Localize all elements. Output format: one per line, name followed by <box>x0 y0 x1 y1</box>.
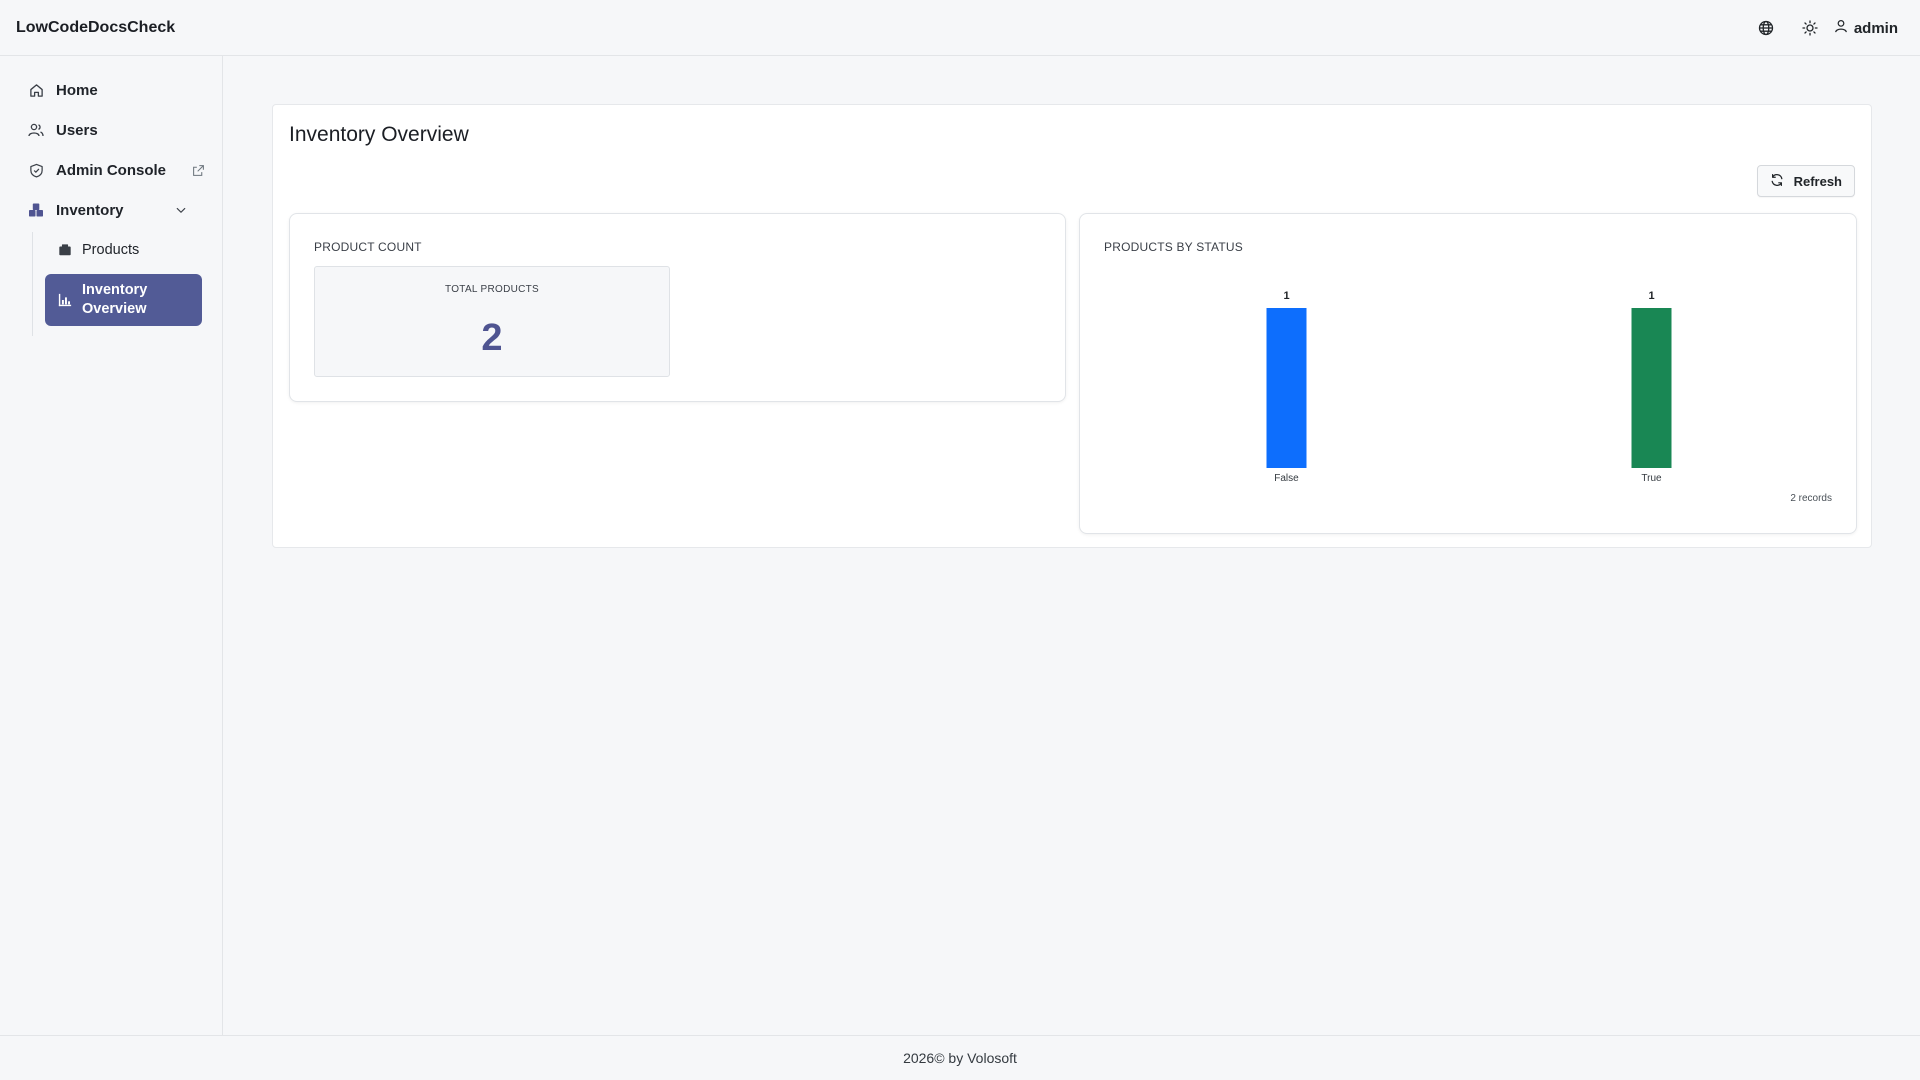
chart-bar-false <box>1266 308 1307 468</box>
chart-icon <box>57 292 73 308</box>
sidebar-item-users[interactable]: Users <box>0 110 222 150</box>
product-count-widget: PRODUCT COUNT TOTAL PRODUCTS 2 <box>289 213 1066 402</box>
sidebar-item-label: Inventory Overview <box>82 282 148 317</box>
sidebar-item-inventory-overview[interactable]: Inventory Overview <box>45 274 202 326</box>
sidebar-item-admin-console[interactable]: Admin Console <box>0 150 222 190</box>
chevron-down-icon <box>175 204 187 216</box>
chart-category-label: False <box>1274 473 1299 484</box>
main-card: Inventory Overview Refresh PRODUCT COUNT… <box>272 104 1872 548</box>
sidebar-item-label: Home <box>56 81 98 99</box>
home-icon <box>28 82 44 98</box>
refresh-button-label: Refresh <box>1793 173 1842 189</box>
chart-category-label: True <box>1641 473 1662 484</box>
user-menu[interactable]: admin <box>1834 19 1898 37</box>
sidebar-item-inventory[interactable]: Inventory <box>0 190 222 230</box>
page-title: Inventory Overview <box>289 123 469 146</box>
sidebar-item-label: Inventory <box>56 201 124 219</box>
box-icon <box>57 242 73 258</box>
inventory-icon <box>28 202 44 218</box>
widget-title: PRODUCT COUNT <box>314 240 422 254</box>
users-icon <box>28 122 44 138</box>
shield-icon <box>28 162 44 178</box>
sidebar-item-label: Admin Console <box>56 161 167 179</box>
top-actions: admin <box>1744 0 1898 56</box>
footer: 2026© by Volosoft <box>0 1035 1920 1080</box>
stat-value: 2 <box>481 317 503 359</box>
external-link-icon <box>192 164 205 177</box>
theme-sun-icon[interactable] <box>1788 0 1832 56</box>
sidebar-item-products[interactable]: Products <box>45 232 222 268</box>
status-bar-chart: 1 False 1 True <box>1266 290 1672 484</box>
user-icon <box>1834 19 1848 37</box>
brand-title[interactable]: LowCodeDocsCheck <box>16 0 175 56</box>
products-by-status-widget: PRODUCTS BY STATUS 1 False 1 True 2 records <box>1079 213 1857 534</box>
sidebar-item-label: Users <box>56 121 98 139</box>
chart-bar-true <box>1631 308 1672 468</box>
footer-text: 2026© by Volosoft <box>903 1050 1017 1066</box>
user-name: admin <box>1853 19 1898 37</box>
refresh-button[interactable]: Refresh <box>1756 165 1855 197</box>
sidebar-item-home[interactable]: Home <box>0 70 222 110</box>
stat-label: TOTAL PRODUCTS <box>444 284 540 295</box>
records-count: 2 records <box>1790 493 1832 504</box>
chart-value-label: 1 <box>1283 290 1289 302</box>
refresh-icon <box>1770 173 1784 190</box>
language-globe-icon[interactable] <box>1744 0 1788 56</box>
sidebar-item-label: Products <box>82 242 140 258</box>
total-products-stat: TOTAL PRODUCTS 2 <box>314 266 670 377</box>
inventory-submenu: Products Inventory Overview <box>32 232 222 336</box>
chart-value-label: 1 <box>1648 290 1654 302</box>
sidebar: Home Users Admin Console Inventory Produ… <box>0 56 223 1035</box>
top-bar: LowCodeDocsCheck admin <box>0 0 1920 56</box>
